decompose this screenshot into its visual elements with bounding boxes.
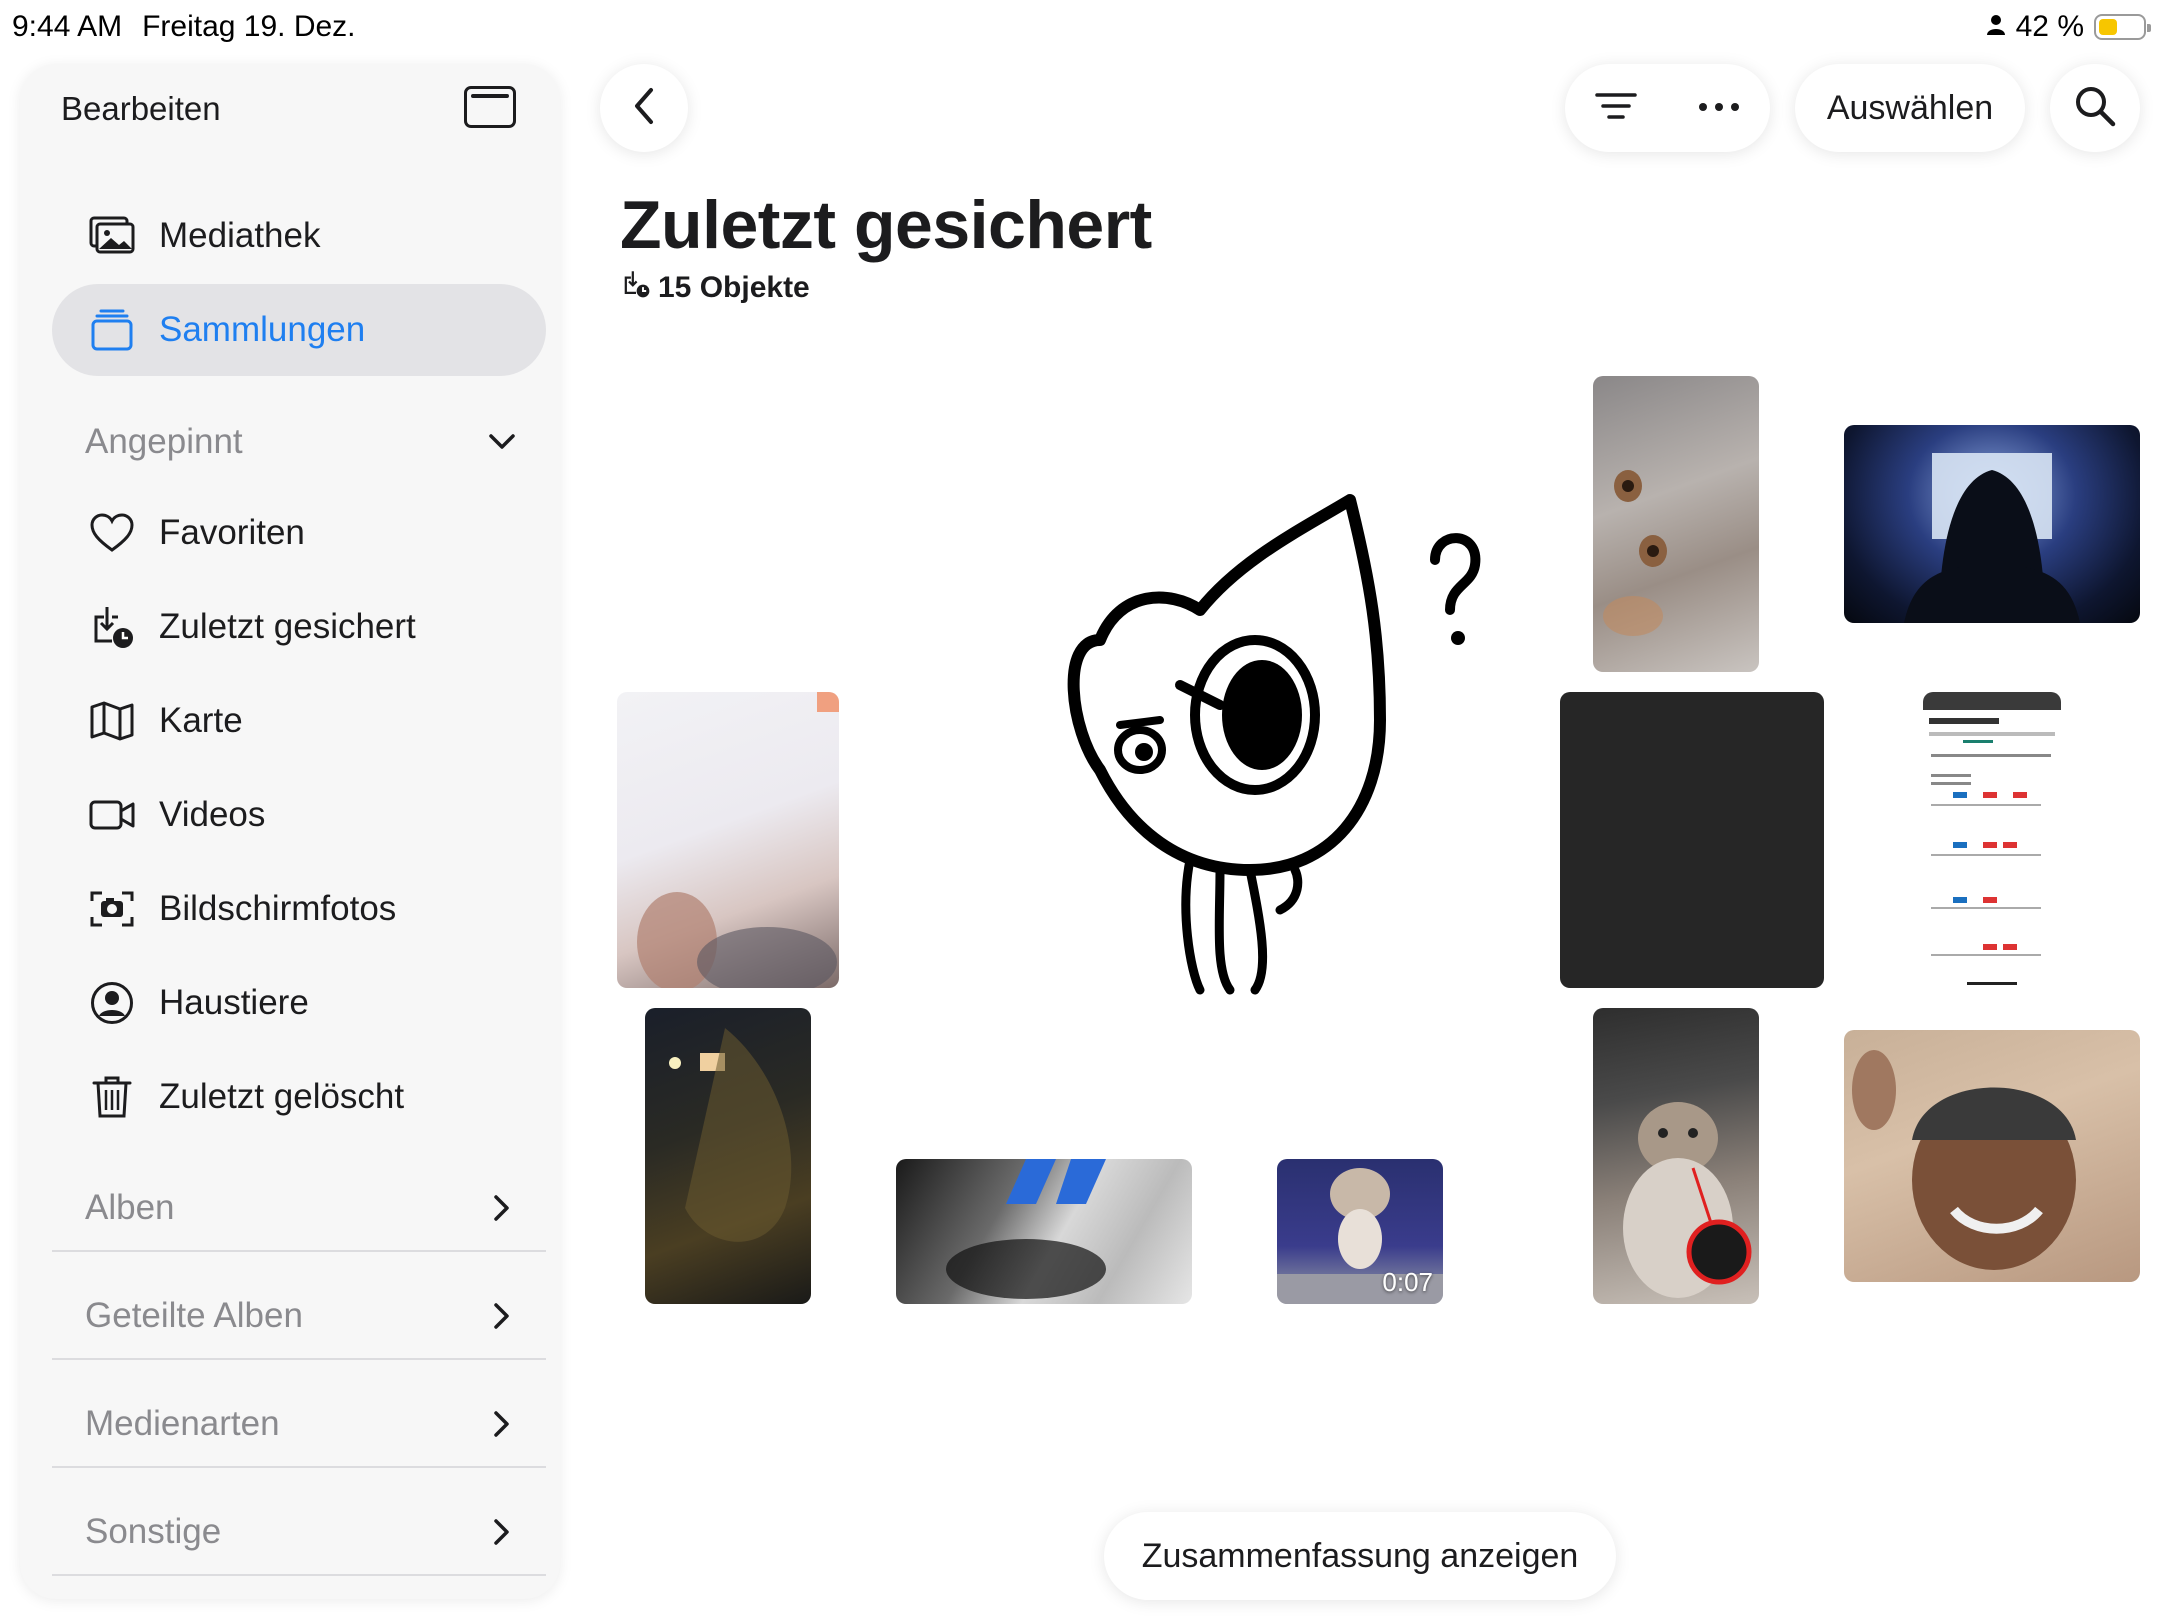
status-bar-right: 42 % xyxy=(1986,10,2151,44)
photo-thumbnail[interactable] xyxy=(1560,692,1824,988)
battery-icon xyxy=(2094,14,2151,40)
section-alben[interactable]: Alben xyxy=(85,1188,545,1228)
sidebar-item-label: Sammlungen xyxy=(159,310,366,349)
sidebar-item-label: Haustiere xyxy=(159,983,309,1022)
divider xyxy=(52,1466,546,1468)
photo-thumbnail[interactable] xyxy=(1040,470,1500,1010)
pinned-header-label: Angepinnt xyxy=(85,422,243,461)
photo-library-icon xyxy=(89,213,135,259)
recently-saved-icon xyxy=(622,270,650,306)
sidebar-item-favoriten[interactable]: Favoriten xyxy=(52,487,546,579)
more-icon[interactable] xyxy=(1698,99,1740,117)
section-label: Geteilte Alben xyxy=(85,1296,303,1335)
sidebar-item-mediathek[interactable]: Mediathek xyxy=(52,190,546,282)
chevron-right-icon xyxy=(487,1409,517,1439)
sidebar-item-label: Mediathek xyxy=(159,216,321,255)
section-medienarten[interactable]: Medienarten xyxy=(85,1404,545,1444)
photo-thumbnail[interactable] xyxy=(896,1159,1192,1304)
chevron-right-icon xyxy=(487,1517,517,1547)
map-icon xyxy=(89,698,135,744)
item-count-label: 15 Objekte xyxy=(658,271,810,304)
sidebar-item-karte[interactable]: Karte xyxy=(52,675,546,767)
status-date: Freitag 19. Dez. xyxy=(142,10,356,43)
photo-thumbnail[interactable] xyxy=(1844,1030,2140,1282)
divider xyxy=(52,1250,546,1252)
chevron-right-icon xyxy=(487,1301,517,1331)
chevron-right-icon xyxy=(487,1193,517,1223)
sidebar-toggle-icon[interactable] xyxy=(464,86,516,128)
sidebar-item-videos[interactable]: Videos xyxy=(52,769,546,861)
person-icon xyxy=(1986,10,2006,44)
sidebar-item-label: Karte xyxy=(159,701,243,740)
edit-button[interactable]: Bearbeiten xyxy=(61,90,221,128)
screenshot-icon xyxy=(89,886,135,932)
section-label: Sonstige xyxy=(85,1512,222,1551)
recently-saved-icon xyxy=(89,604,135,650)
photo-thumbnail[interactable] xyxy=(1593,1008,1759,1304)
video-duration: 0:07 xyxy=(1382,1267,1433,1297)
sidebar: Bearbeiten Mediathek Sammlungen Angepinn… xyxy=(20,64,560,1599)
photo-thumbnail[interactable] xyxy=(617,692,839,988)
trash-icon xyxy=(89,1074,135,1120)
search-icon xyxy=(2074,85,2116,132)
summary-button[interactable]: Zusammenfassung anzeigen xyxy=(1104,1512,1616,1600)
sidebar-item-zuletzt-gesichert[interactable]: Zuletzt gesichert xyxy=(52,581,546,673)
photo-thumbnail[interactable] xyxy=(1923,692,2061,988)
item-count: 15 Objekte xyxy=(622,270,810,306)
battery-percent: 42 % xyxy=(2015,10,2084,43)
status-time: 9:44 AM xyxy=(12,10,123,43)
photo-thumbnail[interactable] xyxy=(1844,425,2140,623)
collections-icon xyxy=(89,307,135,353)
chevron-left-icon xyxy=(633,87,655,130)
filter-more-group xyxy=(1565,64,1770,152)
select-button[interactable]: Auswählen xyxy=(1795,64,2025,152)
back-button[interactable] xyxy=(600,64,688,152)
photo-thumbnail[interactable] xyxy=(645,1008,811,1304)
photo-thumbnail[interactable] xyxy=(1593,376,1759,672)
heart-icon xyxy=(89,510,135,556)
sidebar-item-label: Zuletzt gesichert xyxy=(159,607,416,646)
filter-icon[interactable] xyxy=(1595,92,1637,125)
divider xyxy=(52,1358,546,1360)
video-thumbnail[interactable]: 0:07 xyxy=(1277,1159,1443,1304)
page-title: Zuletzt gesichert xyxy=(620,187,1152,263)
sidebar-item-label: Bildschirmfotos xyxy=(159,889,397,928)
sidebar-item-haustiere[interactable]: Haustiere xyxy=(52,957,546,1049)
sidebar-item-bildschirmfotos[interactable]: Bildschirmfotos xyxy=(52,863,546,955)
search-button[interactable] xyxy=(2050,64,2140,152)
video-icon xyxy=(89,792,135,838)
divider xyxy=(52,1574,546,1576)
battery-fill xyxy=(2099,19,2118,35)
sidebar-item-label: Zuletzt gelöscht xyxy=(159,1077,405,1116)
section-label: Medienarten xyxy=(85,1404,280,1443)
status-bar-left: 9:44 AM Freitag 19. Dez. xyxy=(12,10,356,44)
section-geteilte-alben[interactable]: Geteilte Alben xyxy=(85,1296,545,1336)
sidebar-item-sammlungen[interactable]: Sammlungen xyxy=(52,284,546,376)
pinned-header[interactable]: Angepinnt xyxy=(85,422,545,462)
sidebar-item-label: Videos xyxy=(159,795,266,834)
sidebar-item-zuletzt-geloescht[interactable]: Zuletzt gelöscht xyxy=(52,1051,546,1143)
section-sonstige[interactable]: Sonstige xyxy=(85,1512,545,1552)
chevron-down-icon xyxy=(487,427,517,457)
section-label: Alben xyxy=(85,1188,175,1227)
sidebar-item-label: Favoriten xyxy=(159,513,305,552)
person-circle-icon xyxy=(89,980,135,1026)
